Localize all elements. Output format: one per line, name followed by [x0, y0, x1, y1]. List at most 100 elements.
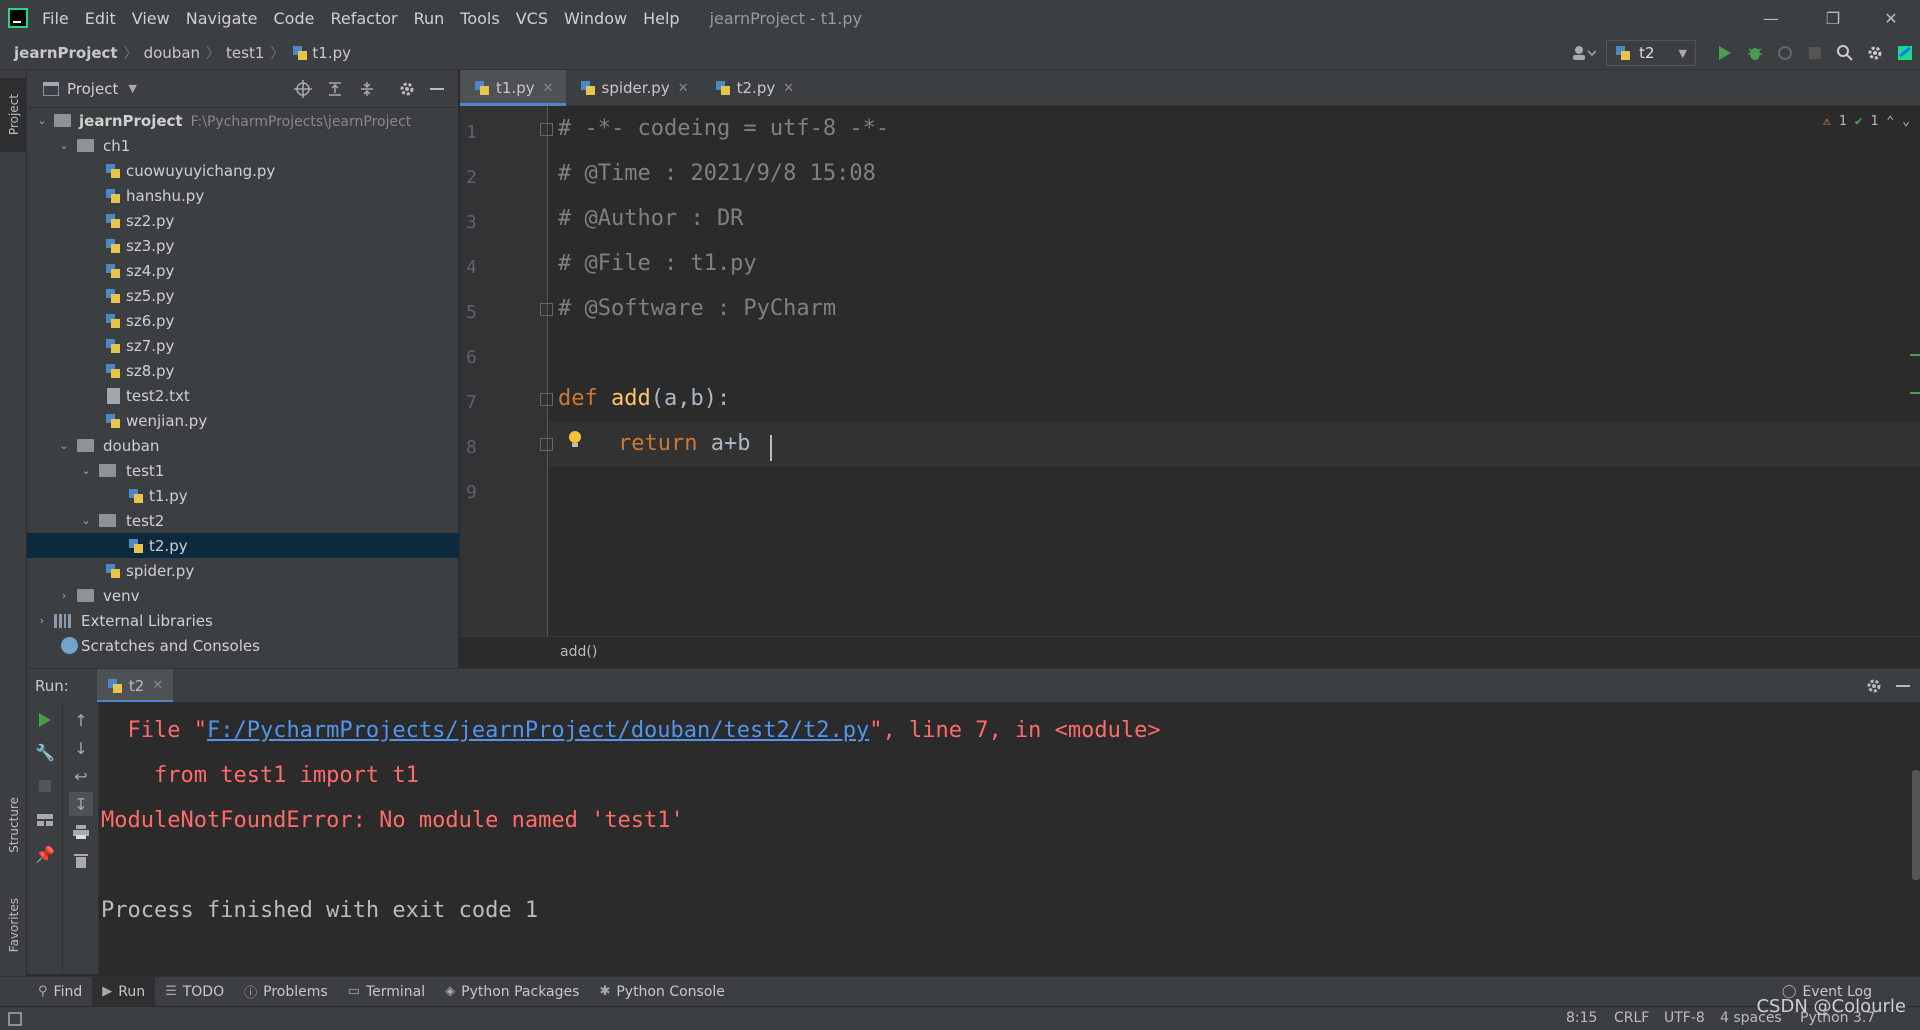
menu-file[interactable]: File: [42, 9, 69, 28]
console-scrollbar[interactable]: [1912, 770, 1920, 880]
fold-marker-icon[interactable]: [540, 303, 553, 316]
breadcrumb-douban[interactable]: douban: [144, 44, 200, 62]
tree-item-external-libraries[interactable]: › External Libraries: [27, 608, 459, 633]
menu-vcs[interactable]: VCS: [516, 9, 548, 28]
tree-item-root[interactable]: ⌄ jearnProject F:\PycharmProjects\jearnPr…: [27, 108, 459, 133]
favorites-tool-tab[interactable]: Favorites: [0, 880, 27, 970]
stop-icon[interactable]: [1800, 38, 1830, 68]
tree-item-file[interactable]: spider.py: [27, 558, 459, 583]
tree-item-file[interactable]: sz8.py: [27, 358, 459, 383]
editor-scrollbar[interactable]: [1910, 106, 1920, 636]
close-tab-icon[interactable]: ✕: [543, 81, 554, 96]
chevron-right-icon[interactable]: ›: [57, 589, 71, 603]
breadcrumb-file[interactable]: t1.py: [312, 44, 351, 62]
run-settings-gear-icon[interactable]: [1866, 678, 1882, 694]
code-editor[interactable]: 1 2 3 4 5 6 7 8 9 # -*- codeing = utf-8 …: [460, 106, 1920, 636]
user-icon[interactable]: [1562, 38, 1606, 68]
tree-item-file[interactable]: wenjian.py: [27, 408, 459, 433]
expand-all-icon[interactable]: [321, 75, 349, 103]
tool-terminal[interactable]: ▭ Terminal: [338, 977, 435, 1007]
menu-edit[interactable]: Edit: [85, 9, 116, 28]
menu-navigate[interactable]: Navigate: [186, 9, 258, 28]
tree-item-venv[interactable]: › venv: [27, 583, 459, 608]
menu-view[interactable]: View: [132, 9, 170, 28]
chevron-down-icon[interactable]: ⌄: [1902, 114, 1910, 129]
arrow-down-icon[interactable]: ↓: [69, 736, 93, 760]
fold-marker-icon[interactable]: [540, 438, 553, 451]
tree-item-test1[interactable]: ⌄ test1: [27, 458, 459, 483]
tree-item-file[interactable]: t1.py: [27, 483, 459, 508]
pin-icon[interactable]: 📌: [33, 842, 57, 866]
run-configuration-select[interactable]: t2 ▼: [1606, 40, 1696, 66]
tool-python-console[interactable]: ✱ Python Console: [589, 977, 734, 1007]
print-icon[interactable]: [69, 820, 93, 844]
wrench-icon[interactable]: 🔧: [33, 740, 57, 764]
chevron-up-icon[interactable]: ⌃: [1886, 114, 1894, 129]
restore-icon[interactable]: ❐: [1810, 0, 1856, 36]
chevron-down-icon[interactable]: ⌄: [79, 514, 93, 528]
toggle-tool-windows-icon[interactable]: [8, 1012, 22, 1026]
settings-gear-icon[interactable]: [1860, 38, 1890, 68]
breadcrumb-test1[interactable]: test1: [226, 44, 264, 62]
project-panel-title[interactable]: Project: [67, 80, 118, 98]
rerun-icon[interactable]: [33, 708, 57, 732]
hide-panel-icon[interactable]: [1896, 684, 1910, 688]
menu-window[interactable]: Window: [564, 9, 627, 28]
panel-settings-gear-icon[interactable]: [393, 75, 421, 103]
fold-marker-icon[interactable]: [540, 393, 553, 406]
menu-run[interactable]: Run: [414, 9, 445, 28]
arrow-up-icon[interactable]: ↑: [69, 708, 93, 732]
close-tab-icon[interactable]: ✕: [783, 81, 794, 96]
tree-item-file[interactable]: sz6.py: [27, 308, 459, 333]
run-tab-t2[interactable]: t2 ✕: [96, 668, 174, 703]
tree-item-file[interactable]: hanshu.py: [27, 183, 459, 208]
lightbulb-intention-icon[interactable]: [568, 430, 582, 448]
tool-todo[interactable]: ☰ TODO: [155, 977, 234, 1007]
editor-tab-spider[interactable]: spider.py ✕: [566, 70, 701, 106]
chevron-down-icon[interactable]: ▼: [128, 82, 136, 95]
tree-item-douban[interactable]: ⌄ douban: [27, 433, 459, 458]
caret-position[interactable]: 8:15: [1566, 1010, 1597, 1026]
run-console-output[interactable]: File "F:/PycharmProjects/jearnProject/do…: [99, 702, 1920, 974]
chevron-down-icon[interactable]: ⌄: [79, 464, 93, 478]
stop-icon[interactable]: [33, 774, 57, 798]
file-encoding[interactable]: UTF-8: [1664, 1010, 1705, 1026]
editor-breadcrumb[interactable]: add(): [560, 644, 597, 660]
debug-icon[interactable]: [1740, 38, 1770, 68]
fold-marker-icon[interactable]: [540, 123, 553, 136]
search-icon[interactable]: [1830, 38, 1860, 68]
layout-icon[interactable]: [33, 808, 57, 832]
tree-item-file[interactable]: sz3.py: [27, 233, 459, 258]
console-file-link[interactable]: F:/PycharmProjects/jearnProject/douban/t…: [207, 718, 869, 743]
close-window-icon[interactable]: ✕: [1868, 0, 1914, 36]
tool-run[interactable]: ▶ Run: [92, 976, 156, 1007]
menu-help[interactable]: Help: [643, 9, 679, 28]
structure-tool-tab[interactable]: Structure: [0, 770, 27, 880]
tool-find[interactable]: ⚲ Find: [28, 977, 92, 1007]
hide-panel-icon[interactable]: [423, 75, 451, 103]
tree-item-file[interactable]: sz5.py: [27, 283, 459, 308]
editor-tab-t2[interactable]: t2.py ✕: [701, 70, 807, 106]
collapse-all-icon[interactable]: [353, 75, 381, 103]
tree-item-file[interactable]: sz4.py: [27, 258, 459, 283]
project-tool-tab[interactable]: Project: [0, 78, 27, 152]
run-icon[interactable]: [1710, 38, 1740, 68]
menu-code[interactable]: Code: [274, 9, 315, 28]
tree-item-file[interactable]: cuowuyuyichang.py: [27, 158, 459, 183]
tool-python-packages[interactable]: ◈ Python Packages: [435, 977, 589, 1007]
tree-item-scratches[interactable]: Scratches and Consoles: [27, 633, 459, 658]
chevron-down-icon[interactable]: ⌄: [57, 139, 71, 153]
inspection-widget[interactable]: ⚠ 1 ✔ 1 ⌃ ⌄: [1823, 114, 1910, 129]
chevron-down-icon[interactable]: ⌄: [35, 114, 49, 128]
jetbrains-toolbox-icon[interactable]: [1890, 38, 1920, 68]
coverage-icon[interactable]: [1770, 38, 1800, 68]
tool-problems[interactable]: ⓘ Problems: [234, 977, 338, 1007]
tree-item-test2[interactable]: ⌄ test2: [27, 508, 459, 533]
soft-wrap-icon[interactable]: ↩: [69, 764, 93, 788]
menu-refactor[interactable]: Refactor: [330, 9, 397, 28]
trash-icon[interactable]: [69, 848, 93, 872]
locate-file-icon[interactable]: [289, 75, 317, 103]
breadcrumb-project[interactable]: jearnProject: [14, 44, 118, 62]
menu-tools[interactable]: Tools: [460, 9, 499, 28]
chevron-right-icon[interactable]: ›: [35, 614, 49, 628]
